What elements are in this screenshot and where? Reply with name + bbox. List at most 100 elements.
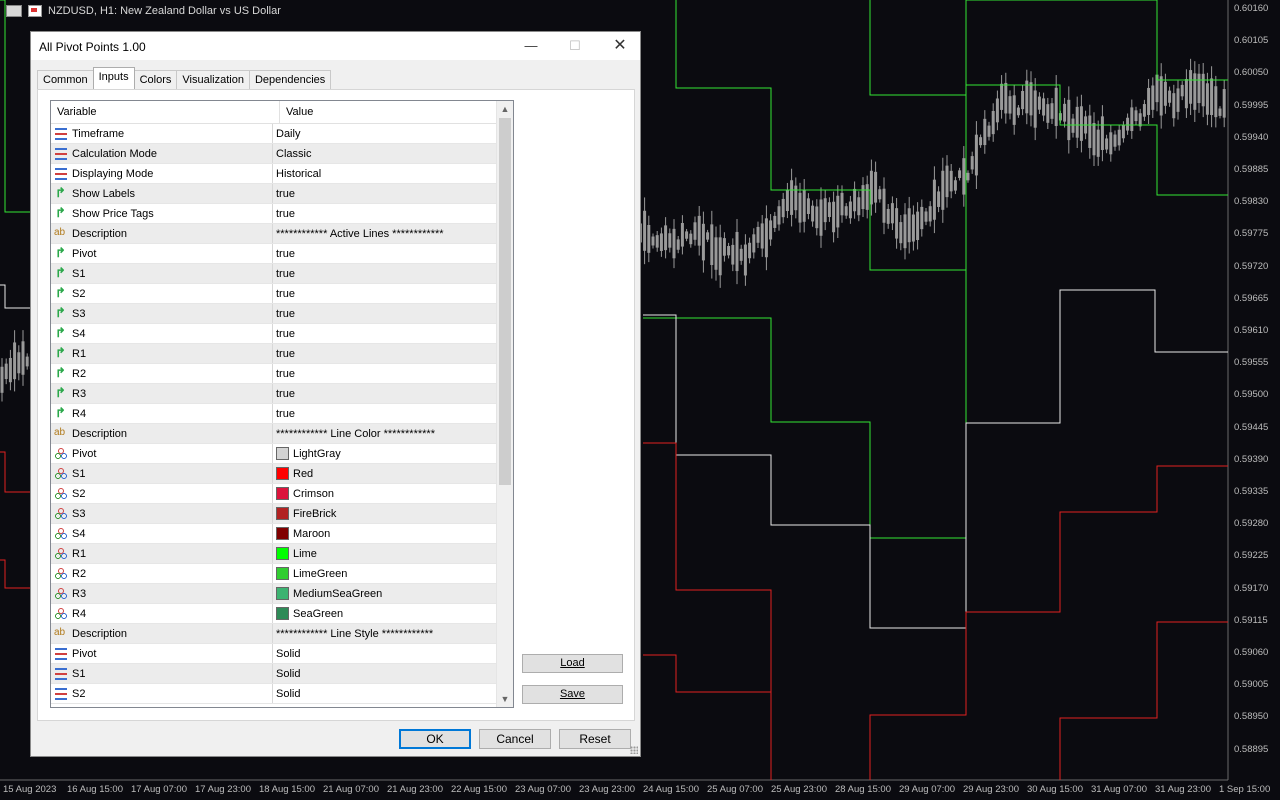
save-button[interactable]: Save: [522, 685, 623, 704]
value-cell[interactable]: FireBrick: [273, 504, 336, 523]
table-row[interactable]: Pivot true: [51, 244, 513, 264]
candle-body: [1046, 104, 1050, 123]
text-type-icon: [54, 627, 67, 640]
value-cell[interactable]: ************ Line Style ************: [273, 624, 433, 643]
scroll-thumb[interactable]: [499, 118, 511, 485]
candle-body: [970, 156, 974, 170]
table-row[interactable]: R3 MediumSeaGreen: [51, 584, 513, 604]
value-cell[interactable]: true: [273, 404, 295, 423]
tab-visualization[interactable]: Visualization: [176, 70, 250, 89]
value-cell[interactable]: Crimson: [273, 484, 334, 503]
value-cell[interactable]: Solid: [273, 644, 300, 663]
value-cell[interactable]: true: [273, 204, 295, 223]
variable-value: Classic: [276, 147, 312, 160]
value-cell[interactable]: true: [273, 284, 295, 303]
color-swatch: [276, 507, 289, 520]
table-row[interactable]: S1 true: [51, 264, 513, 284]
load-button[interactable]: Load: [522, 654, 623, 673]
value-cell[interactable]: Lime: [273, 544, 317, 563]
table-row[interactable]: S1 Solid: [51, 664, 513, 684]
candle-body: [945, 165, 949, 198]
value-cell[interactable]: ************ Line Color ************: [273, 424, 435, 443]
scroll-up-icon[interactable]: ▲: [497, 101, 513, 117]
table-row[interactable]: Displaying Mode Historical: [51, 164, 513, 184]
table-row[interactable]: R1 true: [51, 344, 513, 364]
value-cell[interactable]: true: [273, 184, 295, 203]
col-value-header[interactable]: Value: [280, 101, 313, 123]
value-cell[interactable]: Classic: [273, 144, 311, 163]
table-row[interactable]: Show Price Tags true: [51, 204, 513, 224]
table-row[interactable]: R1 Lime: [51, 544, 513, 564]
col-variable-header[interactable]: Variable: [51, 101, 280, 123]
candle-body: [1075, 106, 1079, 138]
candle-body: [25, 356, 29, 367]
variable-name: S2: [72, 687, 86, 700]
value-cell[interactable]: Historical: [273, 164, 321, 183]
table-row[interactable]: S2 Crimson: [51, 484, 513, 504]
tab-colors[interactable]: Colors: [133, 70, 178, 89]
candle-body: [941, 170, 945, 210]
variable-cell: Pivot: [51, 444, 273, 463]
candle-body: [1147, 87, 1151, 115]
value-cell[interactable]: ************ Active Lines ************: [273, 224, 444, 243]
value-cell[interactable]: Red: [273, 464, 313, 483]
close-icon[interactable]: ✕: [605, 36, 635, 56]
table-row[interactable]: S3 true: [51, 304, 513, 324]
minimize-icon[interactable]: —: [516, 36, 546, 56]
dialog-titlebar[interactable]: All Pivot Points 1.00 — ☐ ✕: [31, 32, 640, 60]
value-cell[interactable]: true: [273, 364, 295, 383]
value-cell[interactable]: MediumSeaGreen: [273, 584, 382, 603]
variable-value: SeaGreen: [293, 607, 344, 620]
cancel-button[interactable]: Cancel: [479, 729, 551, 749]
table-row[interactable]: S3 FireBrick: [51, 504, 513, 524]
tab-inputs[interactable]: Inputs: [92, 67, 135, 89]
table-row[interactable]: Description ************ Line Style *****…: [51, 624, 513, 644]
value-cell[interactable]: LightGray: [273, 444, 341, 463]
ok-button[interactable]: OK: [399, 729, 471, 749]
value-cell[interactable]: true: [273, 324, 295, 343]
value-cell[interactable]: SeaGreen: [273, 604, 343, 623]
table-row[interactable]: R4 true: [51, 404, 513, 424]
value-cell[interactable]: true: [273, 264, 295, 283]
resize-grip-icon[interactable]: [630, 746, 638, 754]
variable-value: ************ Line Color ************: [276, 427, 435, 440]
candle-body: [958, 170, 962, 178]
tab-dependencies[interactable]: Dependencies: [248, 70, 332, 89]
scroll-down-icon[interactable]: ▼: [497, 691, 513, 707]
value-cell[interactable]: Daily: [273, 124, 300, 143]
variable-cell: R1: [51, 344, 273, 363]
table-row[interactable]: R3 true: [51, 384, 513, 404]
table-row[interactable]: R4 SeaGreen: [51, 604, 513, 624]
value-cell[interactable]: true: [273, 384, 295, 403]
value-cell[interactable]: Solid: [273, 664, 300, 683]
variable-cell: R3: [51, 384, 273, 403]
value-cell[interactable]: true: [273, 304, 295, 323]
tab-bar: Common Inputs Colors Visualization Depen…: [37, 67, 332, 90]
maximize-icon[interactable]: ☐: [560, 36, 590, 56]
value-cell[interactable]: true: [273, 344, 295, 363]
table-row[interactable]: Calculation Mode Classic: [51, 144, 513, 164]
table-row[interactable]: Timeframe Daily: [51, 124, 513, 144]
table-row[interactable]: Pivot Solid: [51, 644, 513, 664]
table-row[interactable]: S4 true: [51, 324, 513, 344]
inputs-panel: Variable Value Timeframe Daily Calculation…: [37, 89, 635, 721]
value-cell[interactable]: Maroon: [273, 524, 330, 543]
table-row[interactable]: Show Labels true: [51, 184, 513, 204]
value-cell[interactable]: LimeGreen: [273, 564, 347, 583]
table-row[interactable]: S2 Solid: [51, 684, 513, 704]
table-row[interactable]: R2 true: [51, 364, 513, 384]
grid-scrollbar[interactable]: ▲ ▼: [496, 101, 513, 707]
variable-name: S1: [72, 667, 86, 680]
value-cell[interactable]: true: [273, 244, 295, 263]
table-row[interactable]: Description ************ Active Lines ***…: [51, 224, 513, 244]
table-row[interactable]: S2 true: [51, 284, 513, 304]
table-row[interactable]: Pivot LightGray: [51, 444, 513, 464]
chart-menu-icon[interactable]: [6, 5, 22, 17]
table-row[interactable]: Description ************ Line Color *****…: [51, 424, 513, 444]
table-row[interactable]: S1 Red: [51, 464, 513, 484]
table-row[interactable]: R2 LimeGreen: [51, 564, 513, 584]
tab-common[interactable]: Common: [37, 70, 94, 89]
value-cell[interactable]: Solid: [273, 684, 300, 703]
table-row[interactable]: S4 Maroon: [51, 524, 513, 544]
reset-button[interactable]: Reset: [559, 729, 631, 749]
